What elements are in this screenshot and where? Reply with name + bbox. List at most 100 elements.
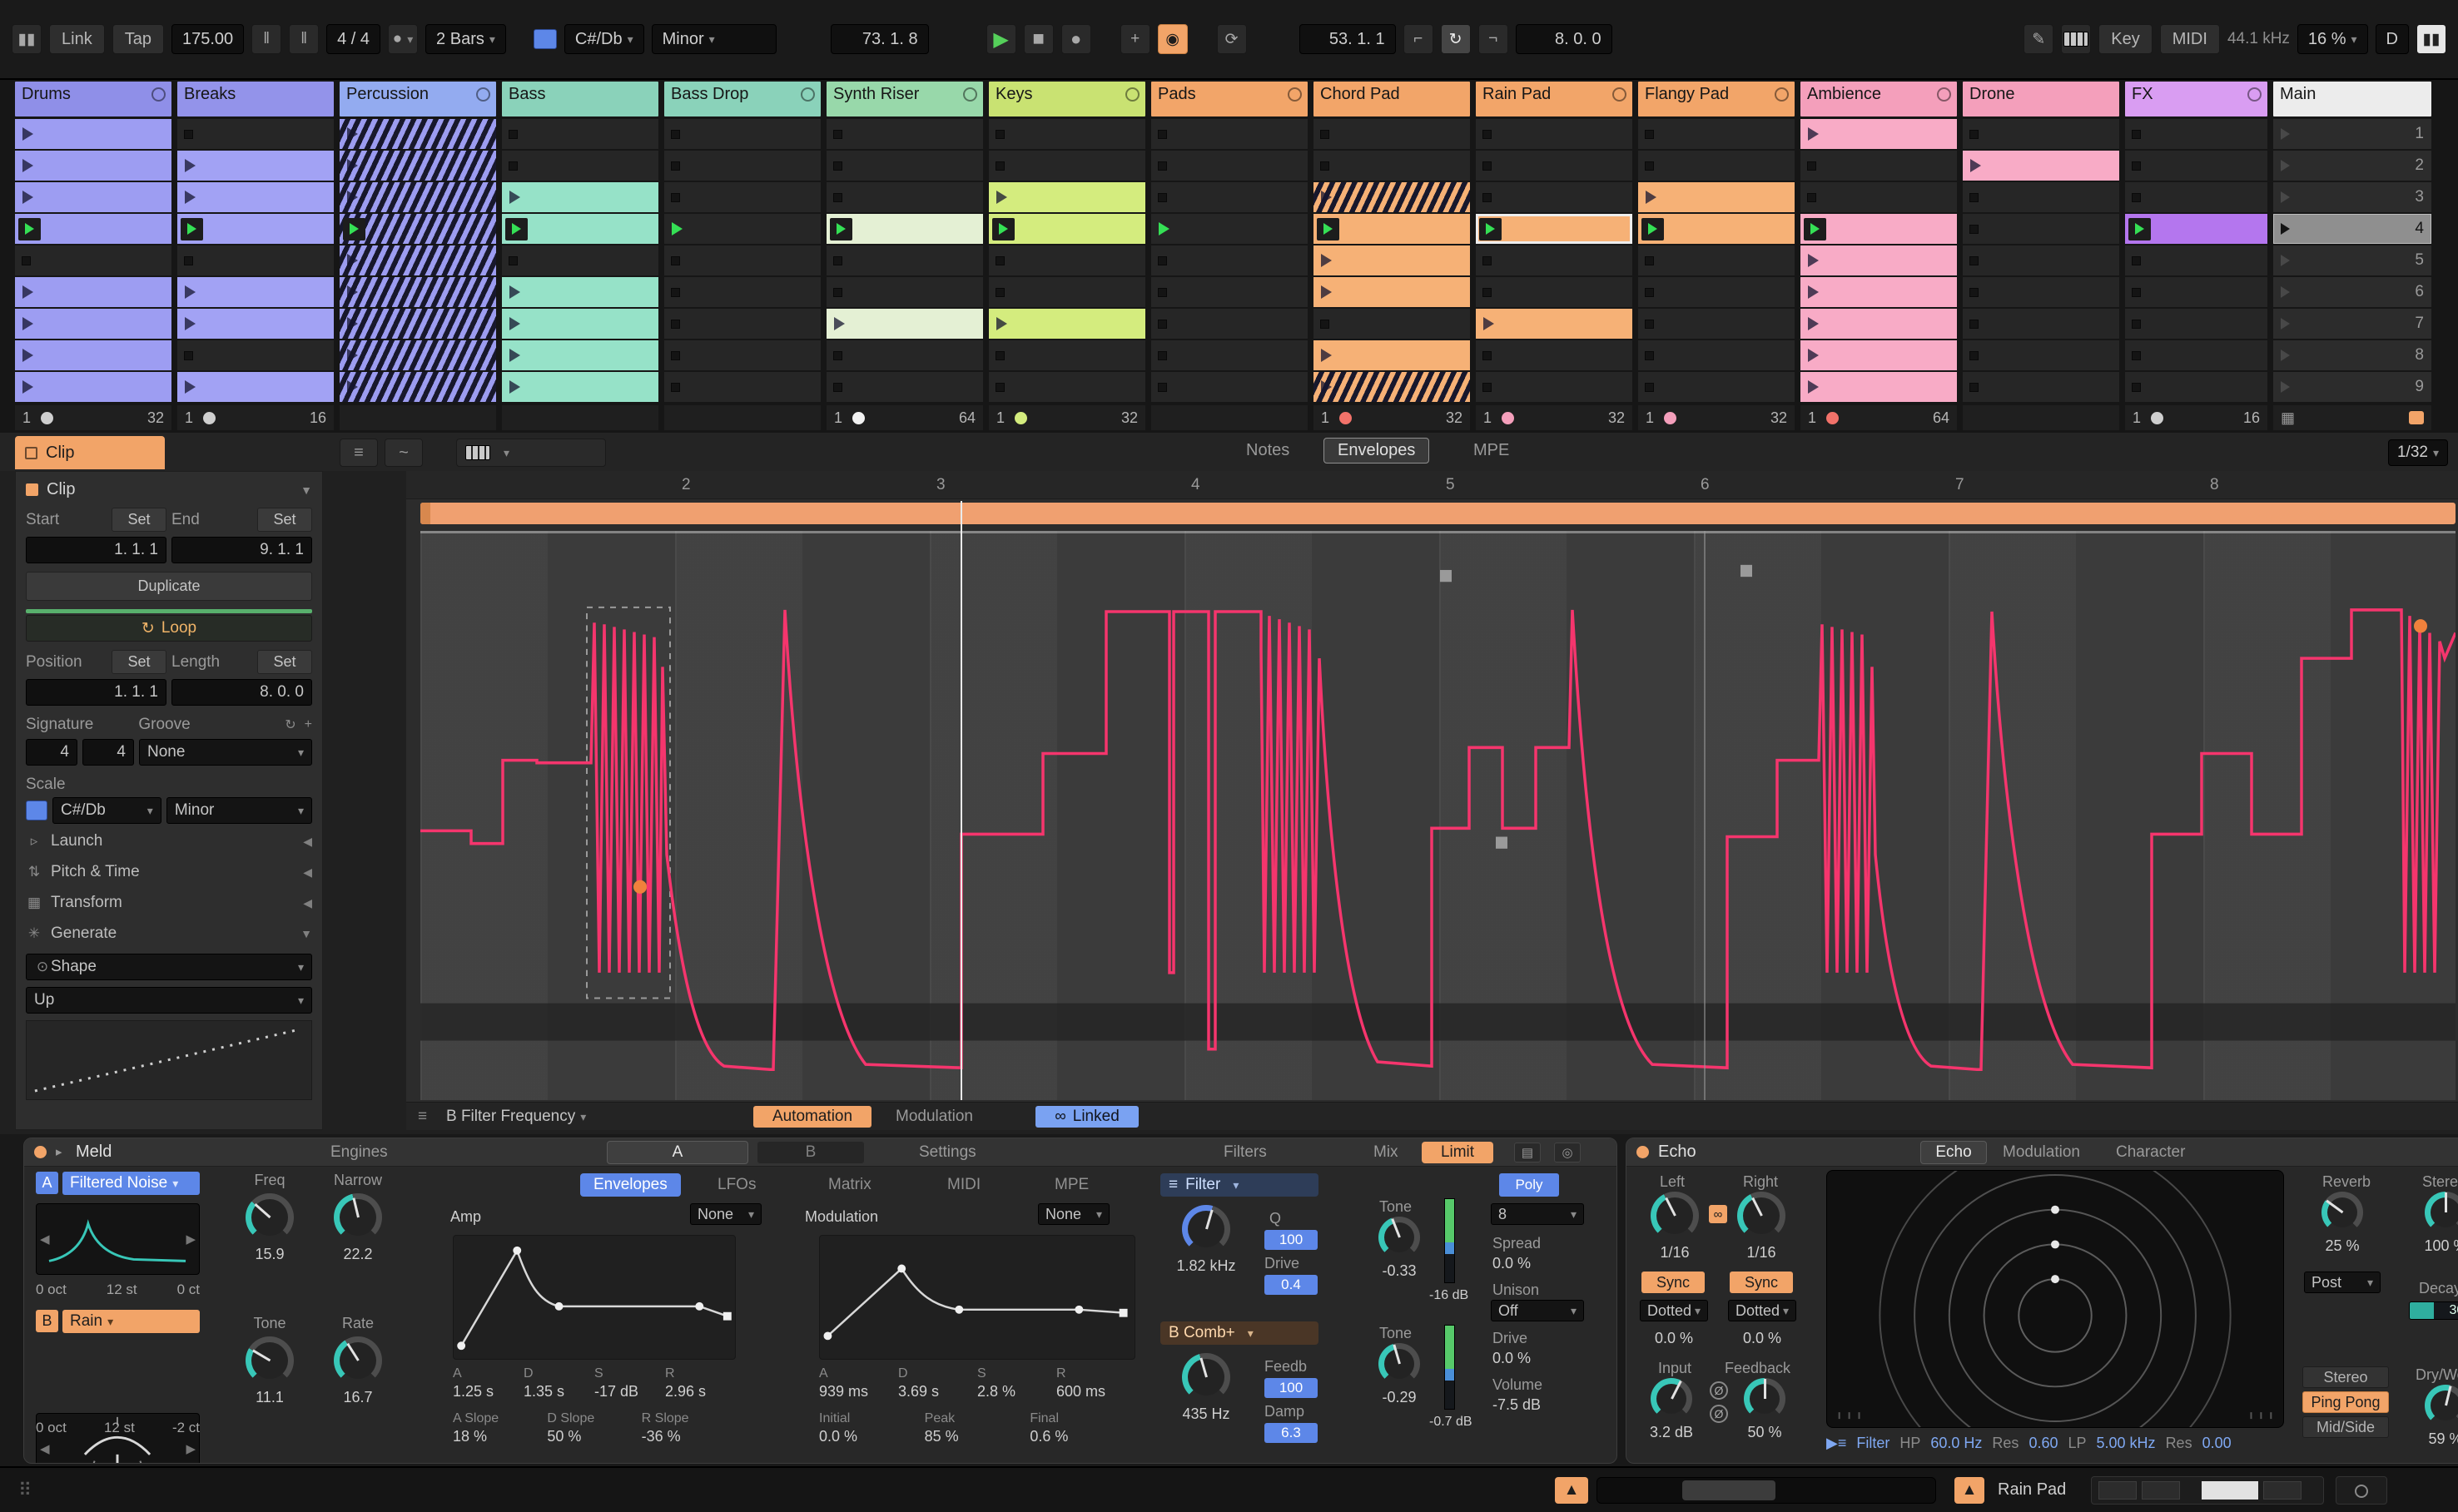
engine-a-waveform[interactable]: ◀ ▶ <box>36 1203 200 1275</box>
empty-clip-slot[interactable] <box>989 151 1145 181</box>
play-button[interactable] <box>2128 217 2151 240</box>
nudge-down-button[interactable]: ‖ <box>251 24 282 54</box>
playing-clip[interactable] <box>1638 214 1795 244</box>
empty-clip-slot[interactable] <box>664 151 821 181</box>
narrow-knob[interactable] <box>334 1193 382 1242</box>
overview-widget[interactable] <box>2091 1476 2324 1505</box>
scale-name-menu[interactable]: Minor ▾ <box>651 24 777 54</box>
play-button[interactable] <box>18 217 41 240</box>
groove-commit-icon[interactable]: ↻ <box>285 716 295 733</box>
scene-slot[interactable]: 2 <box>2273 151 2431 181</box>
empty-clip-slot[interactable] <box>1963 245 2119 275</box>
engine-b-tune[interactable]: 0 oct 12 st -2 ct <box>36 1420 200 1436</box>
track-header[interactable]: Percussion <box>340 82 496 116</box>
arrangement-position-field[interactable]: 73. 1. 8 <box>830 24 929 54</box>
drive-value[interactable]: 0.4 <box>1264 1275 1318 1295</box>
tone-knob[interactable] <box>246 1336 294 1385</box>
metronome-button[interactable]: ● ▾ <box>388 24 419 54</box>
clip[interactable] <box>1963 151 2119 181</box>
signature-numerator-field[interactable]: 4 <box>26 739 77 766</box>
device-scrollbar[interactable] <box>1596 1477 1936 1504</box>
clip[interactable] <box>340 182 496 212</box>
empty-clip-slot[interactable] <box>664 245 821 275</box>
tab-echo[interactable]: Echo <box>1920 1141 1987 1164</box>
clip[interactable] <box>1800 277 1957 307</box>
empty-clip-slot[interactable] <box>2125 151 2267 181</box>
clip[interactable] <box>177 151 334 181</box>
echo-tunnel-display[interactable] <box>1826 1170 2284 1428</box>
scene-slot[interactable]: 6 <box>2273 277 2431 307</box>
linked-toggle[interactable]: ∞ Linked <box>1035 1106 1139 1128</box>
unison-menu[interactable]: Off ▾ <box>1491 1300 1584 1321</box>
mode-ping-pong-button[interactable]: Ping Pong <box>2302 1391 2389 1413</box>
invert-left-button[interactable]: Ø <box>1710 1381 1728 1400</box>
track-header[interactable]: Ambience <box>1800 82 1957 116</box>
grid-icon[interactable]: ▦ <box>2281 409 2295 427</box>
empty-clip-slot[interactable] <box>827 340 983 370</box>
clip[interactable] <box>340 340 496 370</box>
tab-matrix[interactable]: Matrix <box>828 1173 871 1197</box>
empty-clip-slot[interactable] <box>664 182 821 212</box>
freq-knob[interactable] <box>246 1193 294 1242</box>
mix-tone1-knob[interactable] <box>1378 1217 1420 1258</box>
decay-slider[interactable]: 30 % <box>2409 1301 2458 1320</box>
clip-scale-name-menu[interactable]: Minor ▾ <box>166 797 312 824</box>
empty-clip-slot[interactable] <box>502 151 658 181</box>
empty-clip-slot[interactable] <box>502 119 658 149</box>
device-name[interactable]: Meld <box>76 1143 112 1162</box>
shape-tool-menu[interactable]: ⊙ Shape ▾ <box>26 954 312 980</box>
right-delay-knob[interactable] <box>1737 1192 1785 1240</box>
limit-button[interactable]: Limit <box>1422 1142 1493 1163</box>
empty-clip-slot[interactable] <box>2125 119 2267 149</box>
empty-clip-slot[interactable] <box>1151 277 1308 307</box>
tab-envelopes[interactable]: Envelopes <box>1323 438 1430 464</box>
track-circle-icon[interactable] <box>963 87 977 102</box>
mod-target-menu[interactable]: None ▾ <box>1038 1203 1110 1225</box>
empty-clip-slot[interactable] <box>1151 119 1308 149</box>
cpu-meter[interactable]: 16 % ▾ <box>2297 24 2368 54</box>
computer-midi-keyboard-button[interactable] <box>2061 24 2092 54</box>
device-activator[interactable] <box>34 1146 47 1158</box>
reverb-position-menu[interactable]: Post ▾ <box>2304 1272 2381 1293</box>
track-header[interactable]: Bass <box>502 82 658 116</box>
set-position-button[interactable]: Set <box>112 650 166 674</box>
empty-clip-slot[interactable] <box>1638 340 1795 370</box>
empty-clip-slot[interactable] <box>1638 309 1795 339</box>
empty-clip-slot[interactable] <box>177 340 334 370</box>
empty-clip-slot[interactable] <box>1963 277 2119 307</box>
tab-mpe[interactable]: MPE <box>1055 1173 1089 1197</box>
tab-modulation[interactable]: Modulation <box>896 1106 973 1128</box>
duplicate-button[interactable]: Duplicate <box>26 572 312 601</box>
scale-root-menu[interactable]: C#/Db ▾ <box>564 24 644 54</box>
invert-right-button[interactable]: Ø <box>1710 1405 1728 1423</box>
empty-clip-slot[interactable] <box>1963 119 2119 149</box>
filter-a-freq-knob[interactable] <box>1182 1205 1230 1253</box>
clip[interactable] <box>1476 309 1632 339</box>
empty-clip-slot[interactable] <box>2125 372 2267 402</box>
preset-icon[interactable]: ◎ <box>1554 1143 1581 1163</box>
section-launch[interactable]: ▹ Launch ◀ <box>26 828 312 855</box>
empty-clip-slot[interactable] <box>989 340 1145 370</box>
empty-clip-slot[interactable] <box>1963 340 2119 370</box>
empty-clip-slot[interactable] <box>1476 340 1632 370</box>
disk-overload-indicator[interactable]: D <box>2375 24 2409 54</box>
prev-icon[interactable]: ◀ <box>40 1232 50 1247</box>
loop-button[interactable]: ↻ Loop <box>26 615 312 642</box>
empty-clip-slot[interactable] <box>827 277 983 307</box>
punch-out-button[interactable]: ¬ <box>1477 24 1508 54</box>
tab-midi[interactable]: MIDI <box>947 1173 981 1197</box>
empty-clip-slot[interactable] <box>664 309 821 339</box>
clip[interactable] <box>340 309 496 339</box>
clip[interactable] <box>1800 119 1957 149</box>
nudge-up-button[interactable]: ‖ <box>289 24 320 54</box>
playing-clip[interactable] <box>2125 214 2267 244</box>
empty-clip-slot[interactable] <box>827 151 983 181</box>
section-pitch-time[interactable]: ⇅ Pitch & Time ◀ <box>26 859 312 885</box>
signature-denominator-field[interactable]: 4 <box>82 739 134 766</box>
playing-clip[interactable] <box>177 214 334 244</box>
set-start-button[interactable]: Set <box>112 508 166 532</box>
fold-track-button[interactable]: ▲ <box>1954 1477 1984 1504</box>
track-header[interactable]: Drone <box>1963 82 2119 116</box>
spread-value[interactable]: 0.0 % <box>1492 1255 1531 1272</box>
empty-clip-slot[interactable] <box>502 245 658 275</box>
